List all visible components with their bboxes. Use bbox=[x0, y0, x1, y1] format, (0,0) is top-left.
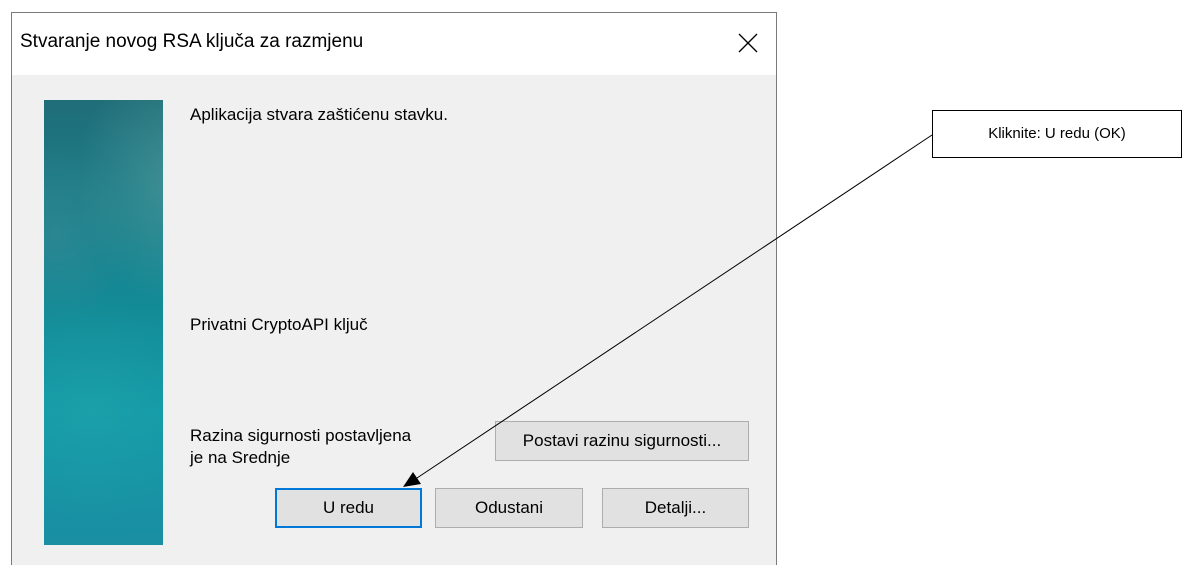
details-button[interactable]: Detalji... bbox=[602, 488, 749, 528]
rsa-key-dialog: Stvaranje novog RSA ključa za razmjenu A… bbox=[11, 12, 777, 565]
dialog-title: Stvaranje novog RSA ključa za razmjenu bbox=[20, 31, 364, 52]
protected-item-name: Privatni CryptoAPI ključ bbox=[190, 315, 368, 334]
page: Stvaranje novog RSA ključa za razmjenu A… bbox=[0, 0, 1184, 565]
security-level-text: Razina sigurnosti postavljena je na Sred… bbox=[190, 425, 411, 469]
close-button[interactable] bbox=[728, 23, 768, 63]
cancel-button[interactable]: Odustani bbox=[435, 488, 583, 528]
close-icon bbox=[738, 33, 758, 53]
set-security-level-button[interactable]: Postavi razinu sigurnosti... bbox=[495, 421, 749, 461]
annotation-callout: Kliknite: U redu (OK) bbox=[932, 110, 1182, 158]
title-bar: Stvaranje novog RSA ključa za razmjenu bbox=[12, 13, 776, 75]
ok-button[interactable]: U redu bbox=[275, 488, 422, 528]
security-level-line-2: je na Srednje bbox=[190, 448, 291, 467]
security-level-line-1: Razina sigurnosti postavljena bbox=[190, 426, 412, 445]
dialog-side-image bbox=[44, 100, 163, 545]
dialog-message: Aplikacija stvara zaštićenu stavku. bbox=[190, 105, 448, 124]
